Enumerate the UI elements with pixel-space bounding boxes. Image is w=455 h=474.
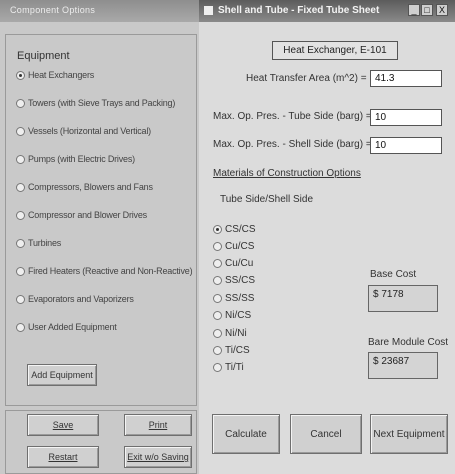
- material-label: SS/SS: [225, 293, 255, 304]
- radio-label: Compressor and Blower Drives: [28, 210, 147, 220]
- radio-turbines[interactable]: Turbines: [16, 236, 61, 250]
- material-label: SS/CS: [225, 275, 256, 286]
- calculate-button[interactable]: Calculate: [212, 414, 280, 454]
- exit-without-saving-button[interactable]: Exit w/o Saving: [124, 446, 192, 468]
- radio-icon: [16, 70, 25, 80]
- radio-fired-heaters[interactable]: Fired Heaters (Reactive and Non-Reactive…: [16, 264, 193, 278]
- window-app-icon: [204, 6, 213, 15]
- radio-icon: [16, 126, 25, 136]
- right-title-bar: Shell and Tube - Fixed Tube Sheet _ □ X: [199, 0, 455, 22]
- cancel-button[interactable]: Cancel: [290, 414, 362, 454]
- print-button[interactable]: Print: [124, 414, 192, 436]
- radio-label: Vessels (Horizontal and Vertical): [28, 126, 151, 136]
- add-equipment-button[interactable]: Add Equipment: [27, 364, 97, 386]
- material-cu-cs[interactable]: Cu/CS: [213, 240, 254, 253]
- left-window-title: Component Options: [10, 5, 96, 15]
- radio-compressors[interactable]: Compressors, Blowers and Fans: [16, 180, 153, 194]
- close-icon[interactable]: X: [436, 4, 448, 16]
- bare-module-cost-label: Bare Module Cost: [368, 337, 449, 348]
- radio-icon: [213, 259, 222, 268]
- left-title-bar: Component Options: [0, 0, 199, 22]
- tube-pressure-label: Max. Op. Pres. - Tube Side (barg) =: [213, 111, 372, 122]
- radio-icon: [213, 363, 222, 372]
- radio-label: Pumps (with Electric Drives): [28, 154, 135, 164]
- radio-icon: [16, 182, 25, 192]
- radio-towers[interactable]: Towers (with Sieve Trays and Packing): [16, 96, 175, 110]
- radio-label: Turbines: [28, 238, 62, 248]
- bare-module-cost-value: $ 23687: [368, 352, 438, 379]
- base-cost-value: $ 7178: [368, 285, 438, 312]
- radio-label: Fired Heaters (Reactive and Non-Reactive…: [28, 266, 193, 276]
- equipment-group-label: Equipment: [17, 50, 70, 62]
- materials-subheading: Tube Side/Shell Side: [220, 194, 314, 205]
- materials-heading: Materials of Construction Options: [213, 168, 361, 179]
- material-label: Cu/CS: [225, 241, 255, 252]
- shell-side-pressure-field[interactable]: [370, 137, 442, 154]
- equipment-heading: Heat Exchanger, E-101: [272, 41, 398, 60]
- radio-icon: [16, 238, 25, 248]
- material-cs-cs[interactable]: CS/CS: [213, 223, 256, 236]
- material-label: Ni/CS: [225, 310, 252, 321]
- radio-icon: [16, 98, 25, 108]
- radio-pumps[interactable]: Pumps (with Electric Drives): [16, 152, 135, 166]
- radio-icon: [16, 210, 25, 220]
- material-label: Ti/CS: [225, 345, 250, 356]
- radio-vessels[interactable]: Vessels (Horizontal and Vertical): [16, 124, 151, 138]
- radio-label: Compressors, Blowers and Fans: [28, 182, 153, 192]
- radio-icon: [213, 294, 222, 303]
- radio-icon: [213, 329, 222, 338]
- material-cu-cu[interactable]: Cu/Cu: [213, 257, 253, 270]
- radio-label: Towers (with Sieve Trays and Packing): [28, 98, 176, 108]
- shell-pressure-label: Max. Op. Pres. - Shell Side (barg) =: [213, 139, 372, 150]
- maximize-icon[interactable]: □: [421, 4, 433, 16]
- radio-user-added[interactable]: User Added Equipment: [16, 320, 117, 334]
- material-label: CS/CS: [225, 224, 256, 235]
- radio-heat-exchangers[interactable]: Heat Exchangers: [16, 68, 94, 82]
- radio-icon: [213, 311, 222, 320]
- tube-side-pressure-field[interactable]: [370, 109, 442, 126]
- radio-label: Evaporators and Vaporizers: [28, 294, 134, 304]
- radio-icon: [16, 294, 25, 304]
- radio-label: User Added Equipment: [28, 322, 117, 332]
- radio-icon: [213, 346, 222, 355]
- material-ss-cs[interactable]: SS/CS: [213, 274, 255, 287]
- radio-compressor-drives[interactable]: Compressor and Blower Drives: [16, 208, 147, 222]
- material-label: Ni/Ni: [225, 328, 247, 339]
- save-button[interactable]: Save: [27, 414, 99, 436]
- radio-icon: [16, 266, 25, 276]
- radio-icon: [213, 225, 222, 234]
- radio-icon: [16, 154, 25, 164]
- material-ti-cs[interactable]: Ti/CS: [213, 344, 250, 357]
- restart-button[interactable]: Restart: [27, 446, 99, 468]
- next-equipment-button[interactable]: Next Equipment: [370, 414, 448, 454]
- radio-icon: [213, 276, 222, 285]
- radio-icon: [213, 242, 222, 251]
- material-ni-cs[interactable]: Ni/CS: [213, 309, 251, 322]
- material-label: Cu/Cu: [225, 258, 254, 269]
- right-window-title: Shell and Tube - Fixed Tube Sheet: [218, 5, 380, 16]
- base-cost-label: Base Cost: [370, 269, 417, 280]
- material-ni-ni[interactable]: Ni/Ni: [213, 327, 247, 340]
- minimize-icon[interactable]: _: [408, 4, 420, 16]
- material-ti-ti[interactable]: Ti/Ti: [213, 361, 244, 374]
- radio-label: Heat Exchangers: [28, 70, 95, 80]
- material-ss-ss[interactable]: SS/SS: [213, 292, 254, 305]
- radio-icon: [16, 322, 25, 332]
- area-label: Heat Transfer Area (m^2) =: [246, 73, 367, 84]
- radio-evaporators[interactable]: Evaporators and Vaporizers: [16, 292, 134, 306]
- heat-transfer-area-field[interactable]: [370, 70, 442, 87]
- material-label: Ti/Ti: [225, 362, 244, 373]
